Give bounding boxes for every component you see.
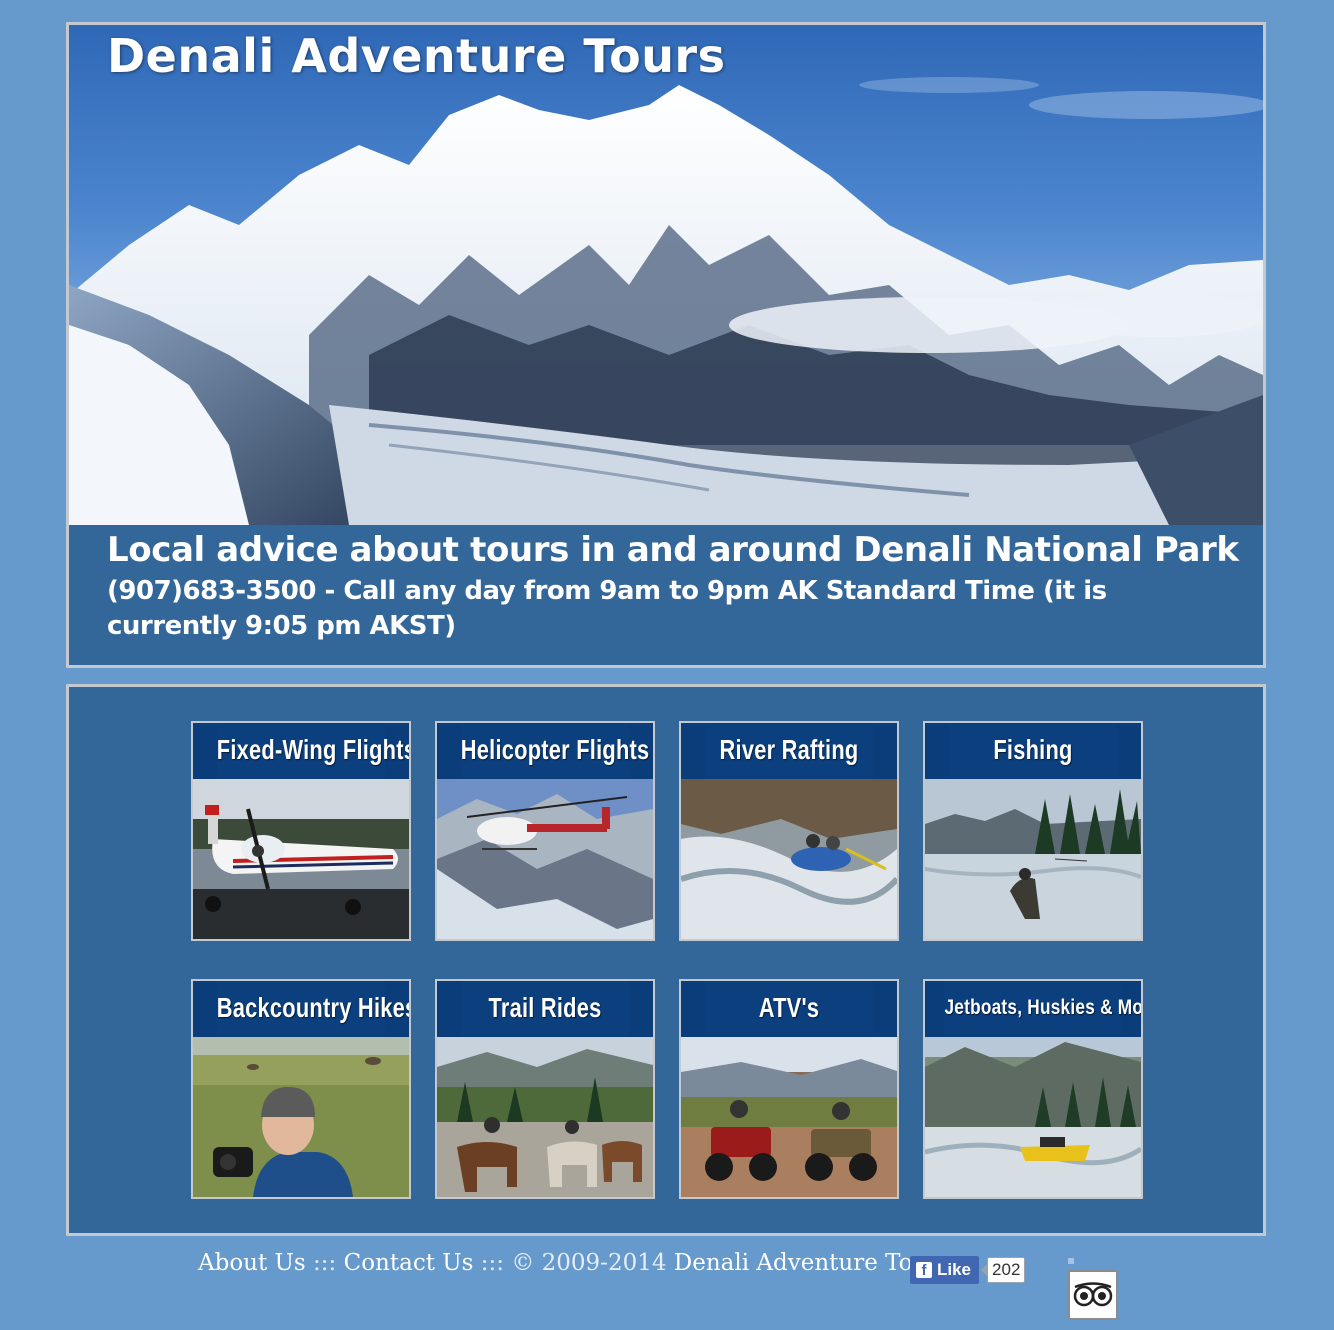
like-label: Like xyxy=(937,1260,972,1279)
tour-tile-label: ATV's xyxy=(704,981,874,1035)
atv-photo xyxy=(681,1037,897,1197)
airplane-photo xyxy=(193,779,409,939)
copyright-text: © 2009-2014 xyxy=(511,1250,667,1276)
facebook-icon: f xyxy=(916,1262,932,1279)
jetboat-photo xyxy=(925,1037,1141,1197)
denali-mountain-banner xyxy=(69,25,1263,525)
company-home-link[interactable]: Denali Adventure Tours xyxy=(666,1250,950,1276)
tour-tile-label: River Rafting xyxy=(704,723,874,777)
tour-tile-label: Trail Rides xyxy=(460,981,630,1035)
phone-hours-text: (907)683-3500 - Call any day from 9am to… xyxy=(107,576,1107,641)
helicopter-photo xyxy=(437,779,653,939)
tour-tile-backcountry-hikes[interactable]: Backcountry Hikes xyxy=(191,979,411,1199)
header-panel: Denali Adventure Tours Local advice abou… xyxy=(66,22,1266,668)
tour-tile-label: Helicopter Flights xyxy=(460,723,649,777)
tripadvisor-owl-icon xyxy=(1073,1282,1113,1307)
footer-links: About Us ::: Contact Us ::: © 2009-2014 … xyxy=(198,1250,950,1276)
like-count: 202 xyxy=(980,1257,1026,1283)
footer-separator: ::: xyxy=(305,1250,344,1276)
tour-tile-trail-rides[interactable]: Trail Rides xyxy=(435,979,655,1199)
tour-tile-label: Jetboats, Huskies & More xyxy=(944,981,1141,1035)
fishing-photo xyxy=(925,779,1141,939)
tour-tile-helicopter[interactable]: Helicopter Flights xyxy=(435,721,655,941)
tours-grid: Fixed-Wing Flights Helicopter Flights Ri… xyxy=(66,684,1266,1236)
tour-tile-label: Fishing xyxy=(948,723,1118,777)
tour-tile-label: Fixed-Wing Flights xyxy=(216,723,409,777)
tagline: Local advice about tours in and around D… xyxy=(107,530,1239,570)
rafting-photo xyxy=(681,779,897,939)
hiker-photo xyxy=(193,1037,409,1197)
about-us-link[interactable]: About Us xyxy=(198,1250,306,1276)
tour-tile-label: Backcountry Hikes xyxy=(216,981,409,1035)
facebook-like-button[interactable]: f Like xyxy=(910,1256,980,1284)
tour-tile-fixed-wing[interactable]: Fixed-Wing Flights xyxy=(191,721,411,941)
horses-photo xyxy=(437,1037,653,1197)
facebook-like-widget: f Like 202 xyxy=(910,1256,1026,1284)
tour-tile-atvs[interactable]: ATV's xyxy=(679,979,899,1199)
tour-tile-fishing[interactable]: Fishing xyxy=(923,721,1143,941)
site-title[interactable]: Denali Adventure Tours xyxy=(107,29,726,83)
tour-tile-river-rafting[interactable]: River Rafting xyxy=(679,721,899,941)
footer-separator: ::: xyxy=(473,1250,512,1276)
tripadvisor-badge[interactable] xyxy=(1068,1270,1118,1320)
contact-us-link[interactable]: Contact Us xyxy=(344,1250,474,1276)
tour-tile-jetboats-huskies[interactable]: Jetboats, Huskies & More xyxy=(923,979,1143,1199)
tracking-pixel xyxy=(1068,1258,1074,1264)
mountain-illustration xyxy=(69,77,1263,525)
